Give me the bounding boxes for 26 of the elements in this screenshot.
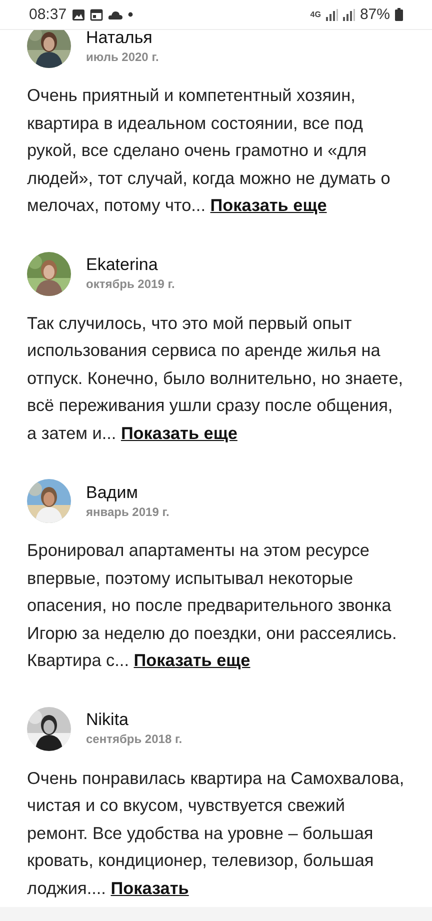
show-more-link[interactable]: Показать еще	[120, 422, 238, 442]
show-more-link[interactable]: Показать еще	[210, 195, 327, 215]
review-date: сентябрь 2018 г.	[86, 731, 182, 748]
battery-icon	[395, 8, 403, 21]
review-date: октябрь 2019 г.	[86, 276, 175, 293]
show-more-link[interactable]: Показать еще	[134, 650, 250, 670]
review-text: Очень приятный и компетентный хозяин, квартира в идеальном состоянии, все под рукой, все сделано очень грамотно и «для людей», тот случай, когда можно не думать о мелочах, потому что... Показать еще	[27, 84, 392, 217]
network-type: 4G	[310, 10, 321, 19]
cloud-icon	[108, 10, 123, 20]
image-icon	[72, 8, 85, 20]
review-text: Так случилось, что это мой первый опыт использования сервиса по аренде жилья на отпуск. Конечно, было волнительно, но знаете, всё переживания ушли сразу после общения, а затем и... Показать еще	[27, 312, 404, 444]
review-text: Очень понравилась квартира на Самохвалова, чистая и со вкусом, чувствуется свежий ремонт. Все удобства на уровне – большая кровать, кондиционер, телевизор, большая лоджия.... Показать	[27, 766, 406, 900]
reviewer-name: Наталья	[86, 26, 154, 48]
review-date: июль 2020 г.	[86, 48, 159, 66]
review-date: январь 2019 г.	[86, 504, 170, 520]
reviewer-name: Ekaterina	[86, 254, 159, 275]
dot-icon	[128, 12, 133, 17]
battery-percent: 87%	[360, 6, 390, 23]
reviewer-name: Вадим	[86, 482, 139, 502]
show-more-link[interactable]: Показать	[110, 878, 189, 898]
clock-time: 08:37	[29, 6, 67, 23]
signal-icon	[326, 8, 338, 20]
reviewer-name: Nikita	[86, 709, 130, 730]
calendar-icon	[90, 8, 103, 20]
signal-icon	[342, 8, 355, 20]
review-text: Бронировал апартаменты на этом ресурсе впервые, поэтому испытывал некоторые опасения, но после предварительного звонка Игорю за неделю до поездки, они рассеялись. Квартира с... Показать еще	[27, 539, 398, 672]
